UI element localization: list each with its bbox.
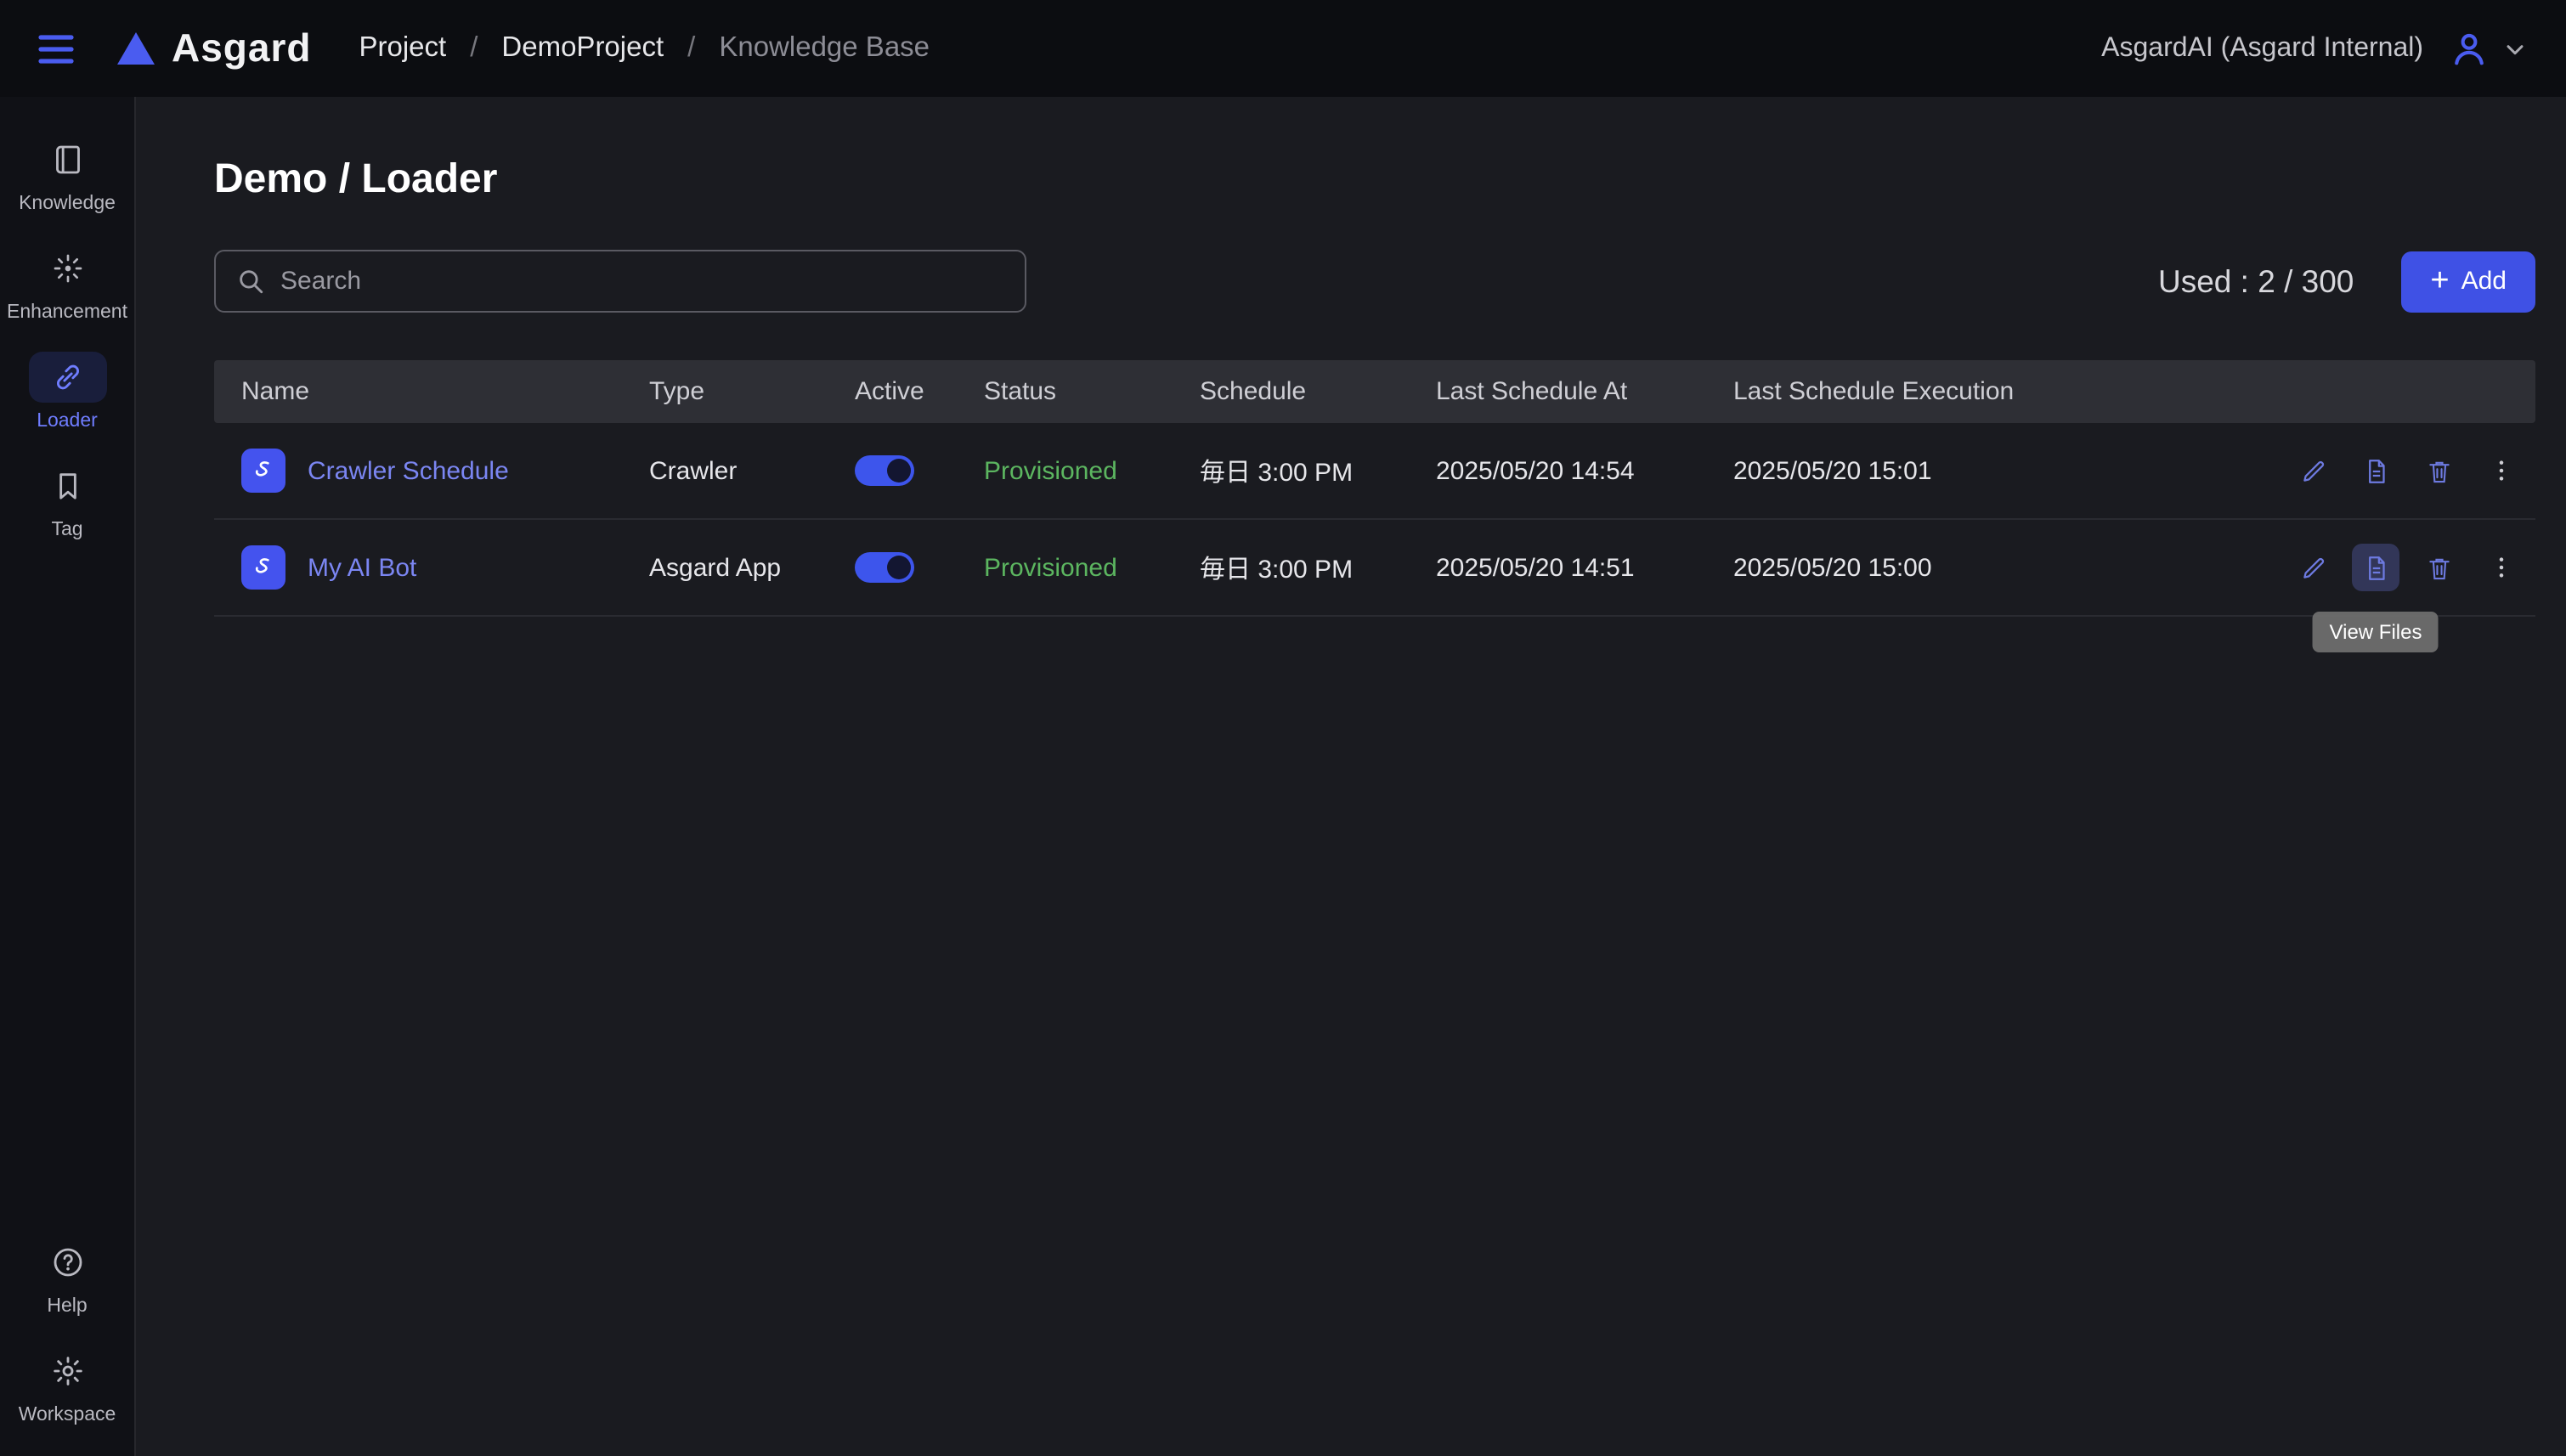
loader-app-icon bbox=[241, 449, 285, 493]
book-icon bbox=[28, 134, 106, 185]
breadcrumb-project[interactable]: Project bbox=[359, 32, 447, 65]
schedule-cell: 毎日 3:00 PM bbox=[1186, 453, 1422, 488]
sidebar-item-enhancement[interactable]: Enhancement bbox=[0, 243, 135, 323]
sidebar-item-label: Help bbox=[47, 1296, 87, 1317]
delete-icon[interactable] bbox=[2415, 544, 2462, 591]
search-icon bbox=[236, 267, 265, 296]
column-header-status: Status bbox=[970, 377, 1186, 406]
breadcrumb-demoproject[interactable]: DemoProject bbox=[501, 32, 664, 65]
loader-name-link[interactable]: Crawler Schedule bbox=[308, 456, 509, 485]
usage-counter: Used : 2 / 300 bbox=[2158, 262, 2354, 300]
brand-title: Asgard bbox=[172, 25, 312, 71]
app-root: Asgard Project / DemoProject / Knowledge… bbox=[0, 0, 2566, 1456]
status-badge: Provisioned bbox=[970, 553, 1186, 582]
sidebar-item-loader[interactable]: Loader bbox=[0, 352, 135, 432]
type-cell: Asgard App bbox=[636, 553, 841, 582]
link-icon bbox=[28, 352, 106, 403]
active-toggle[interactable] bbox=[855, 455, 914, 486]
last-schedule-at-cell: 2025/05/20 14:54 bbox=[1422, 456, 1720, 485]
active-cell bbox=[841, 455, 970, 486]
column-header-last-schedule-execution: Last Schedule Execution bbox=[1720, 377, 2151, 406]
hamburger-menu-icon[interactable] bbox=[31, 28, 82, 69]
sidebar-item-label: Tag bbox=[51, 520, 82, 540]
row-actions bbox=[2151, 447, 2535, 494]
last-schedule-execution-cell: 2025/05/20 15:01 bbox=[1720, 456, 2151, 485]
toggle-knob bbox=[887, 556, 911, 579]
column-header-active: Active bbox=[841, 377, 970, 406]
sidebar-item-label: Knowledge bbox=[19, 194, 116, 214]
search-input[interactable] bbox=[280, 267, 1004, 296]
sidebar-item-workspace[interactable]: Workspace bbox=[0, 1346, 135, 1425]
column-header-last-schedule-at: Last Schedule At bbox=[1422, 377, 1720, 406]
table-row: Crawler Schedule Crawler Provisioned 毎日 … bbox=[214, 423, 2535, 520]
active-cell bbox=[841, 552, 970, 583]
add-button[interactable]: + Add bbox=[2401, 251, 2535, 312]
active-toggle[interactable] bbox=[855, 552, 914, 583]
edit-icon[interactable] bbox=[2289, 447, 2337, 494]
loader-table: Name Type Active Status Schedule Last Sc… bbox=[214, 360, 2535, 617]
row-actions: View Files bbox=[2151, 544, 2535, 591]
main-content: Demo / Loader Used : 2 / 300 + Add bbox=[136, 97, 2566, 1456]
column-header-type: Type bbox=[636, 377, 841, 406]
add-button-label: Add bbox=[2461, 267, 2507, 296]
page-title: Demo / Loader bbox=[214, 156, 2535, 204]
sidebar-item-knowledge[interactable]: Knowledge bbox=[0, 134, 135, 214]
plus-icon: + bbox=[2430, 265, 2449, 297]
sidebar: Knowledge Enhancement Loader bbox=[0, 97, 136, 1456]
breadcrumb-knowledge-base: Knowledge Base bbox=[719, 32, 930, 65]
asgard-logo-icon bbox=[116, 31, 156, 66]
bookmark-icon bbox=[28, 460, 106, 511]
more-options-icon[interactable] bbox=[2478, 447, 2525, 494]
controls-row: Used : 2 / 300 + Add bbox=[214, 250, 2535, 313]
last-schedule-execution-cell: 2025/05/20 15:00 bbox=[1720, 553, 2151, 582]
view-files-icon[interactable]: View Files bbox=[2352, 544, 2399, 591]
breadcrumb: Project / DemoProject / Knowledge Base bbox=[359, 32, 930, 65]
gear-icon bbox=[28, 1346, 106, 1397]
breadcrumb-separator: / bbox=[687, 32, 695, 65]
edit-icon[interactable] bbox=[2289, 544, 2337, 591]
column-header-name: Name bbox=[228, 377, 636, 406]
schedule-cell: 毎日 3:00 PM bbox=[1186, 550, 1422, 585]
user-avatar-icon[interactable] bbox=[2447, 26, 2491, 71]
sun-icon bbox=[28, 243, 106, 294]
loader-name-link[interactable]: My AI Bot bbox=[308, 553, 416, 582]
sidebar-item-tag[interactable]: Tag bbox=[0, 460, 135, 540]
search-box bbox=[214, 250, 1026, 313]
status-badge: Provisioned bbox=[970, 456, 1186, 485]
name-cell: Crawler Schedule bbox=[228, 449, 636, 493]
sidebar-item-help[interactable]: Help bbox=[0, 1237, 135, 1317]
sidebar-bottom: Help Workspace bbox=[0, 1237, 135, 1456]
sidebar-item-label: Loader bbox=[37, 411, 98, 432]
topbar: Asgard Project / DemoProject / Knowledge… bbox=[0, 0, 2566, 97]
help-icon bbox=[28, 1237, 106, 1288]
sidebar-item-label: Enhancement bbox=[7, 302, 127, 323]
account-label: AsgardAI (Asgard Internal) bbox=[2101, 33, 2423, 64]
sidebar-item-label: Workspace bbox=[19, 1405, 116, 1425]
delete-icon[interactable] bbox=[2415, 447, 2462, 494]
table-header: Name Type Active Status Schedule Last Sc… bbox=[214, 360, 2535, 423]
loader-app-icon bbox=[241, 545, 285, 590]
name-cell: My AI Bot bbox=[228, 545, 636, 590]
chevron-down-icon[interactable] bbox=[2501, 35, 2529, 62]
more-options-icon[interactable] bbox=[2478, 544, 2525, 591]
column-header-schedule: Schedule bbox=[1186, 377, 1422, 406]
view-files-tooltip: View Files bbox=[2313, 612, 2439, 652]
type-cell: Crawler bbox=[636, 456, 841, 485]
last-schedule-at-cell: 2025/05/20 14:51 bbox=[1422, 553, 1720, 582]
table-row: My AI Bot Asgard App Provisioned 毎日 3:00… bbox=[214, 520, 2535, 617]
breadcrumb-separator: / bbox=[470, 32, 478, 65]
view-files-icon[interactable] bbox=[2352, 447, 2399, 494]
toggle-knob bbox=[887, 459, 911, 483]
